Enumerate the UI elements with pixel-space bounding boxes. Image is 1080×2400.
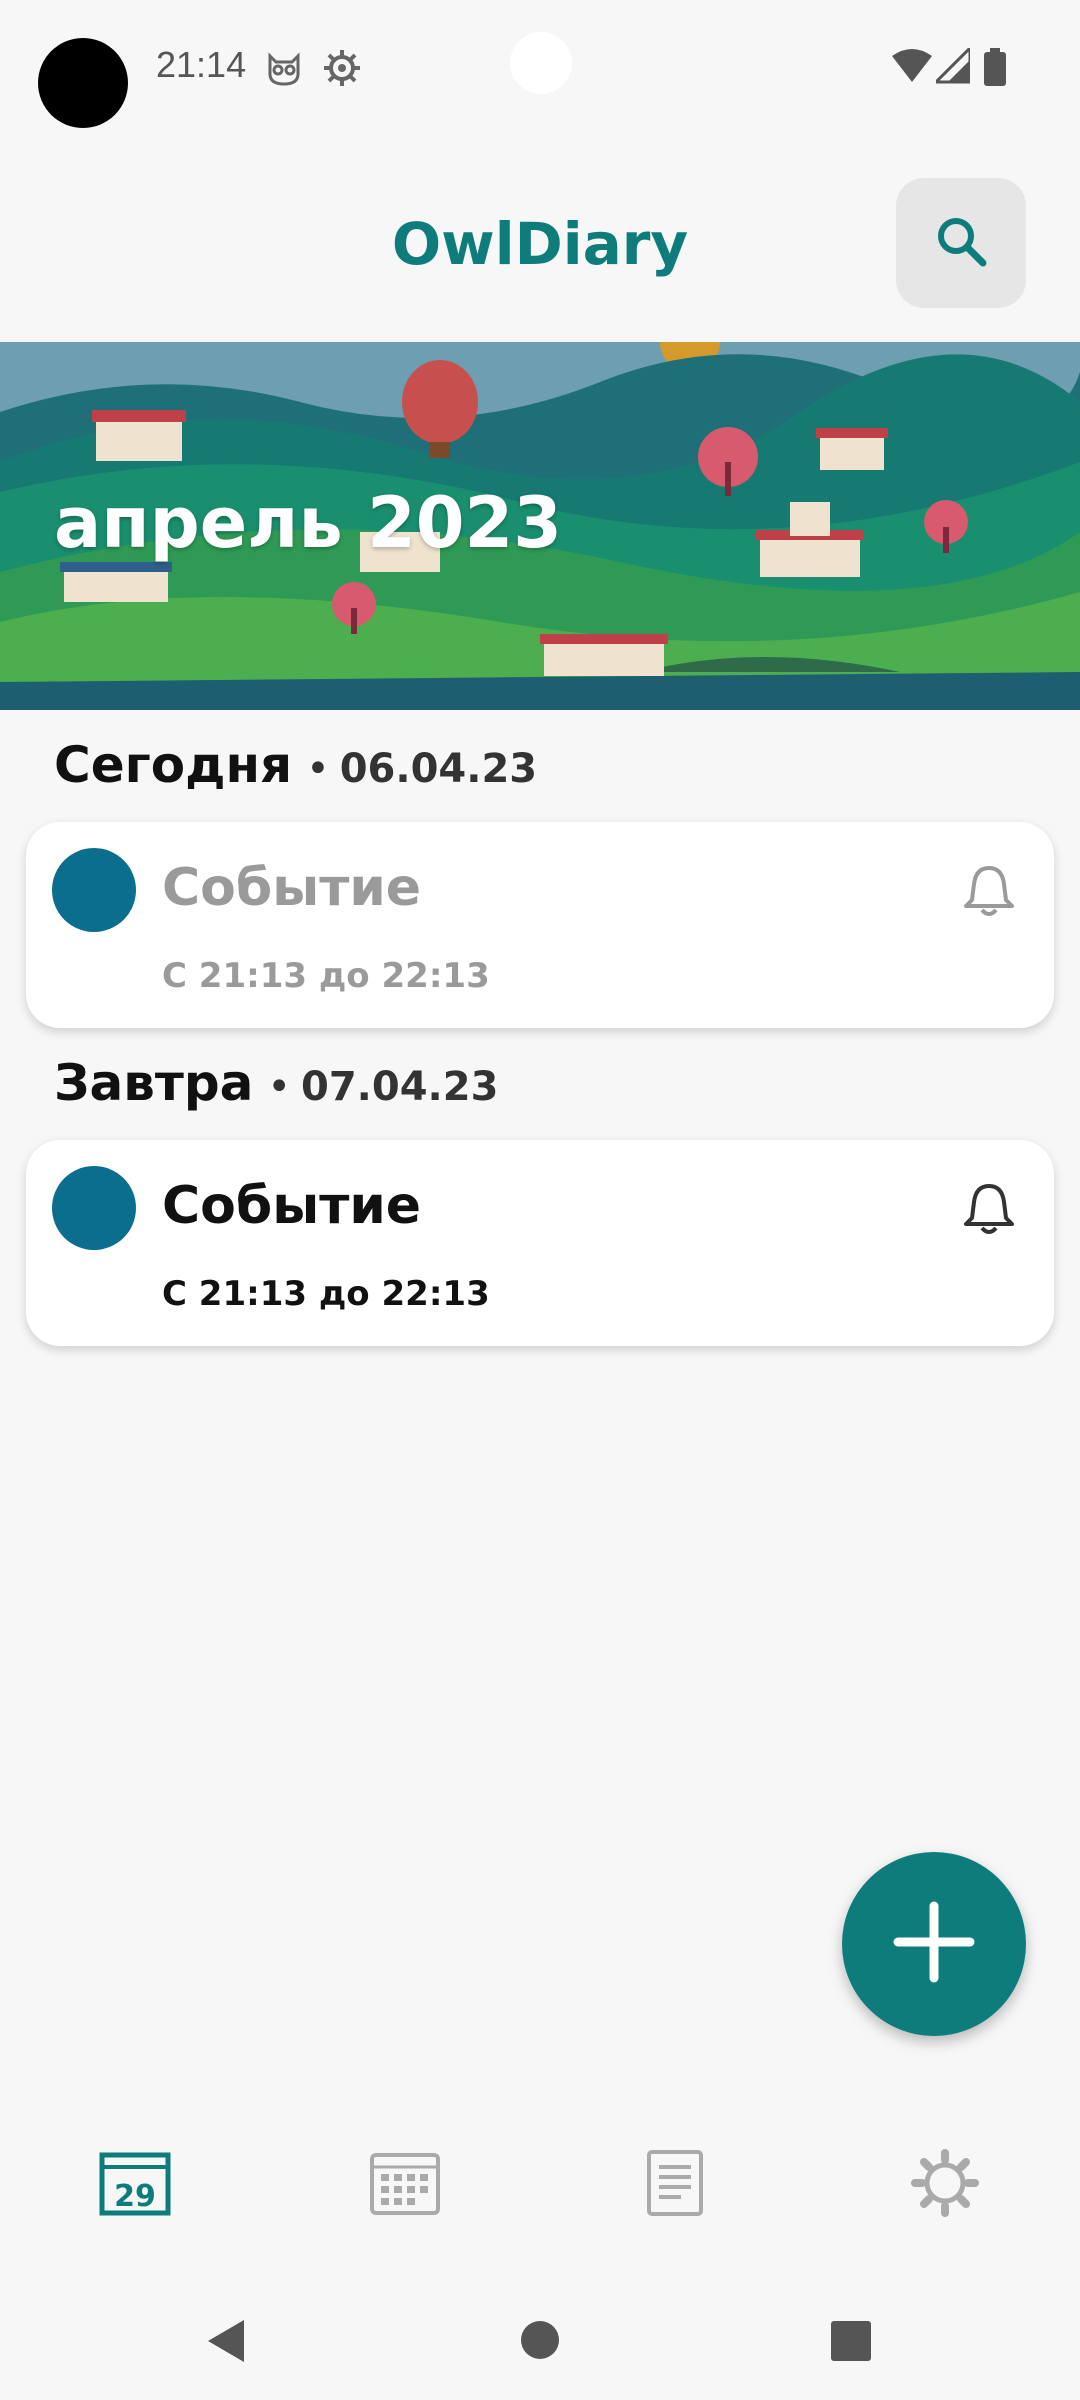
event-title: Событие <box>162 1176 422 1236</box>
month-banner: апрель 2023 <box>0 342 1080 710</box>
nav-settings[interactable] <box>905 2148 985 2218</box>
back-button[interactable] <box>206 2318 246 2368</box>
event-time: С 21:13 до 22:13 <box>162 956 490 996</box>
bell-icon[interactable] <box>960 862 1018 924</box>
nav-notes[interactable] <box>635 2148 715 2218</box>
search-button[interactable] <box>896 178 1026 308</box>
section-header-tomorrow: Завтра • 07.04.23 <box>54 1054 498 1112</box>
recents-square-icon <box>831 2321 871 2361</box>
wifi-icon <box>892 48 932 88</box>
event-color-dot <box>52 1166 136 1250</box>
section-day-label: Завтра <box>54 1054 254 1112</box>
event-card[interactable]: Событие С 21:13 до 22:13 <box>26 822 1054 1028</box>
status-bar: 21:14 <box>0 0 1080 140</box>
notes-icon <box>647 2150 703 2216</box>
event-card[interactable]: Событие С 21:13 до 22:13 <box>26 1140 1054 1346</box>
search-icon <box>931 211 991 275</box>
section-date-label: 06.04.23 <box>339 746 538 792</box>
month-title: апрель 2023 <box>54 482 562 564</box>
owl-notification-icon <box>264 48 304 92</box>
camera-cutout <box>510 32 572 94</box>
home-button[interactable] <box>520 2320 560 2364</box>
profile-dot <box>38 38 128 128</box>
home-circle-icon <box>521 2321 559 2359</box>
app-header: OwlDiary <box>0 140 1080 340</box>
settings-notification-icon <box>322 48 362 92</box>
event-time: С 21:13 до 22:13 <box>162 1274 490 1314</box>
recents-button[interactable] <box>830 2320 872 2366</box>
section-header-today: Сегодня • 06.04.23 <box>54 736 537 794</box>
event-color-dot <box>52 848 136 932</box>
settings-gear-icon <box>911 2149 979 2217</box>
battery-icon <box>984 48 1006 90</box>
separator-dot: • <box>267 1064 292 1110</box>
separator-dot: • <box>306 746 330 792</box>
day-number: 29 <box>114 2179 156 2214</box>
system-navigation-bar <box>0 2280 1080 2400</box>
nav-day-view[interactable]: 29 <box>95 2148 175 2218</box>
back-triangle-icon <box>208 2320 244 2362</box>
section-day-label: Сегодня <box>54 736 293 794</box>
event-title: Событие <box>162 858 422 918</box>
plus-icon <box>892 1900 976 1988</box>
add-event-button[interactable] <box>842 1852 1026 2036</box>
bell-icon[interactable] <box>960 1180 1018 1242</box>
status-time: 21:14 <box>156 44 247 85</box>
signal-icon <box>932 44 972 88</box>
month-calendar-icon <box>370 2153 440 2215</box>
section-date-label: 07.04.23 <box>301 1064 499 1110</box>
bottom-navigation: 29 <box>0 2130 1080 2230</box>
nav-month-view[interactable] <box>365 2148 445 2218</box>
day-calendar-icon: 29 <box>99 2152 171 2216</box>
